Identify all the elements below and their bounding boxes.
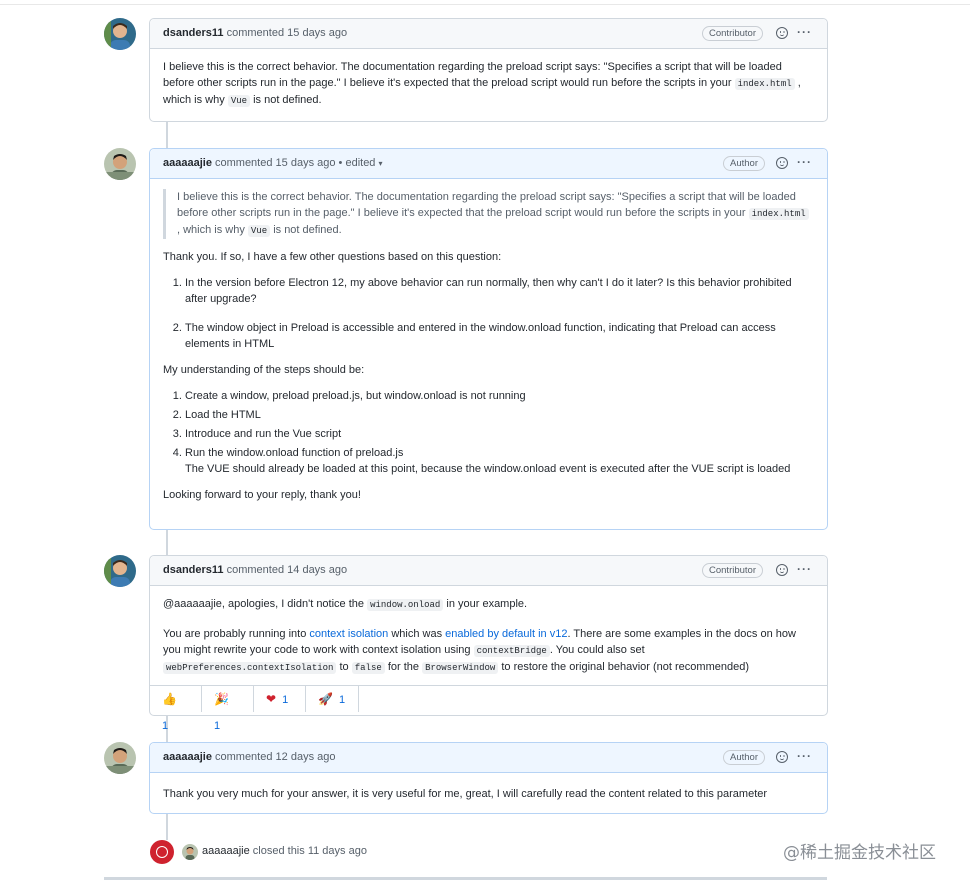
rocket-icon: 🚀	[318, 692, 333, 706]
steps-list: Create a window, preload preload.js, but…	[163, 388, 814, 477]
list-item: The window object in Preload is accessib…	[185, 320, 814, 352]
comment-box: aaaaaajie commented 15 days ago • edited…	[149, 148, 828, 530]
event-text: aaaaaajie closed this 11 days ago	[202, 845, 367, 857]
enabled-by-default-link[interactable]: enabled by default in v12	[445, 628, 567, 640]
comment-box: aaaaaajie commented 12 days ago Author ·…	[149, 742, 828, 814]
comment-paragraph: @aaaaaajie, apologies, I didn't notice t…	[163, 598, 528, 611]
avatar[interactable]	[104, 742, 136, 774]
top-divider	[0, 4, 970, 5]
step-note: The VUE should already be loaded at this…	[185, 463, 791, 475]
avatar[interactable]	[104, 18, 136, 50]
inline-code: false	[351, 662, 385, 674]
list-item: Create a window, preload preload.js, but…	[185, 388, 814, 404]
comment-author[interactable]: aaaaaajie	[163, 751, 212, 763]
add-reaction-icon[interactable]	[776, 27, 788, 39]
comment-author[interactable]: dsanders11	[163, 564, 224, 576]
comment-meta: aaaaaajie commented 12 days ago	[163, 751, 335, 763]
add-reaction-icon[interactable]	[776, 157, 788, 169]
comment-paragraph: Thank you very much for your answer, it …	[163, 788, 768, 800]
event-actor[interactable]: aaaaaajie	[202, 845, 250, 857]
comment-time[interactable]: 12 days ago	[276, 751, 336, 763]
comment-body: @aaaaaajie, apologies, I didn't notice t…	[150, 586, 827, 685]
comment-box: dsanders11 commented 14 days ago Contrib…	[149, 555, 828, 732]
more-options-icon[interactable]: ···	[797, 749, 812, 763]
inline-code: window.onload	[367, 599, 444, 611]
edited-dropdown[interactable]: • edited ▾	[339, 157, 383, 169]
author-badge: Author	[723, 156, 765, 171]
comment-header: aaaaaajie commented 15 days ago • edited…	[150, 149, 827, 179]
comment-meta: dsanders11 commented 15 days ago	[163, 27, 347, 39]
timeline-line	[166, 814, 168, 840]
comment-action: commented	[215, 157, 273, 169]
timeline-line	[166, 122, 168, 148]
reaction-heart[interactable]: ❤ 1	[254, 686, 306, 712]
blockquote: I believe this is the correct behavior. …	[163, 189, 814, 239]
reaction-thumbs-up[interactable]: 👍1	[150, 686, 202, 732]
caret-down-icon: ▾	[378, 159, 383, 168]
inline-code: index.html	[748, 208, 809, 220]
list-item: Introduce and run the Vue script	[185, 426, 814, 442]
party-popper-icon: 🎉	[214, 692, 229, 706]
more-options-icon[interactable]: ···	[797, 25, 812, 39]
timeline-end-bar	[104, 877, 827, 880]
inline-code: BrowserWindow	[422, 662, 499, 674]
comment-box: dsanders11 commented 15 days ago Contrib…	[149, 18, 828, 122]
comment-author[interactable]: dsanders11	[163, 27, 224, 39]
reaction-hooray[interactable]: 🎉1	[202, 686, 254, 732]
contributor-badge: Contributor	[702, 26, 763, 41]
comment-header: dsanders11 commented 14 days ago Contrib…	[150, 556, 827, 586]
add-reaction-icon[interactable]	[776, 564, 788, 576]
comment-author[interactable]: aaaaaajie	[163, 157, 212, 169]
avatar[interactable]	[104, 148, 136, 180]
comment-meta: dsanders11 commented 14 days ago	[163, 564, 347, 576]
more-options-icon[interactable]: ···	[797, 562, 812, 576]
comment-meta: aaaaaajie commented 15 days ago • edited…	[163, 157, 383, 169]
comment-time[interactable]: 15 days ago	[276, 157, 336, 169]
comment-paragraph: Thank you. If so, I have a few other que…	[163, 251, 502, 263]
reactions-bar: 👍1 🎉1 ❤ 1 🚀 1	[150, 685, 827, 732]
comment-paragraph: You are probably running into context is…	[163, 628, 796, 674]
inline-code: webPreferences.contextIsolation	[163, 662, 337, 674]
comment-paragraph: Looking forward to your reply, thank you…	[163, 489, 361, 501]
event-time[interactable]: 11 days ago	[308, 845, 367, 857]
comment-paragraph: My understanding of the steps should be:	[163, 364, 365, 376]
list-item: Load the HTML	[185, 407, 814, 423]
inline-code: contextBridge	[473, 645, 550, 657]
questions-list: In the version before Electron 12, my ab…	[163, 275, 814, 352]
list-item: Run the window.onload function of preloa…	[185, 445, 814, 477]
comment-paragraph: I believe this is the correct behavior. …	[163, 61, 801, 107]
thumbs-up-icon: 👍	[162, 692, 177, 706]
heart-icon: ❤	[266, 692, 277, 706]
contributor-badge: Contributor	[702, 563, 763, 578]
comment-body: Thank you very much for your answer, it …	[150, 773, 827, 812]
author-badge: Author	[723, 750, 765, 765]
avatar[interactable]	[182, 844, 198, 860]
avatar[interactable]	[104, 555, 136, 587]
context-isolation-link[interactable]: context isolation	[309, 628, 388, 640]
add-reaction-icon[interactable]	[776, 751, 788, 763]
comment-action: commented	[215, 751, 273, 763]
comment-body: I believe this is the correct behavior. …	[150, 179, 827, 513]
comment-action: commented	[226, 564, 285, 576]
inline-code: Vue	[247, 225, 271, 237]
timeline-line	[166, 530, 168, 556]
comment-body: I believe this is the correct behavior. …	[150, 49, 827, 119]
list-item: In the version before Electron 12, my ab…	[185, 275, 814, 307]
inline-code: index.html	[734, 78, 795, 90]
issue-closed-icon	[150, 840, 174, 864]
watermark: @稀土掘金技术社区	[783, 843, 936, 863]
comment-header: aaaaaajie commented 12 days ago Author ·…	[150, 743, 827, 773]
comment-time[interactable]: 15 days ago	[287, 27, 347, 39]
comment-time[interactable]: 14 days ago	[287, 564, 347, 576]
reaction-rocket[interactable]: 🚀 1	[306, 686, 359, 712]
comment-action: commented	[226, 27, 285, 39]
more-options-icon[interactable]: ···	[797, 155, 812, 169]
comment-header: dsanders11 commented 15 days ago Contrib…	[150, 19, 827, 49]
inline-code: Vue	[227, 95, 251, 107]
